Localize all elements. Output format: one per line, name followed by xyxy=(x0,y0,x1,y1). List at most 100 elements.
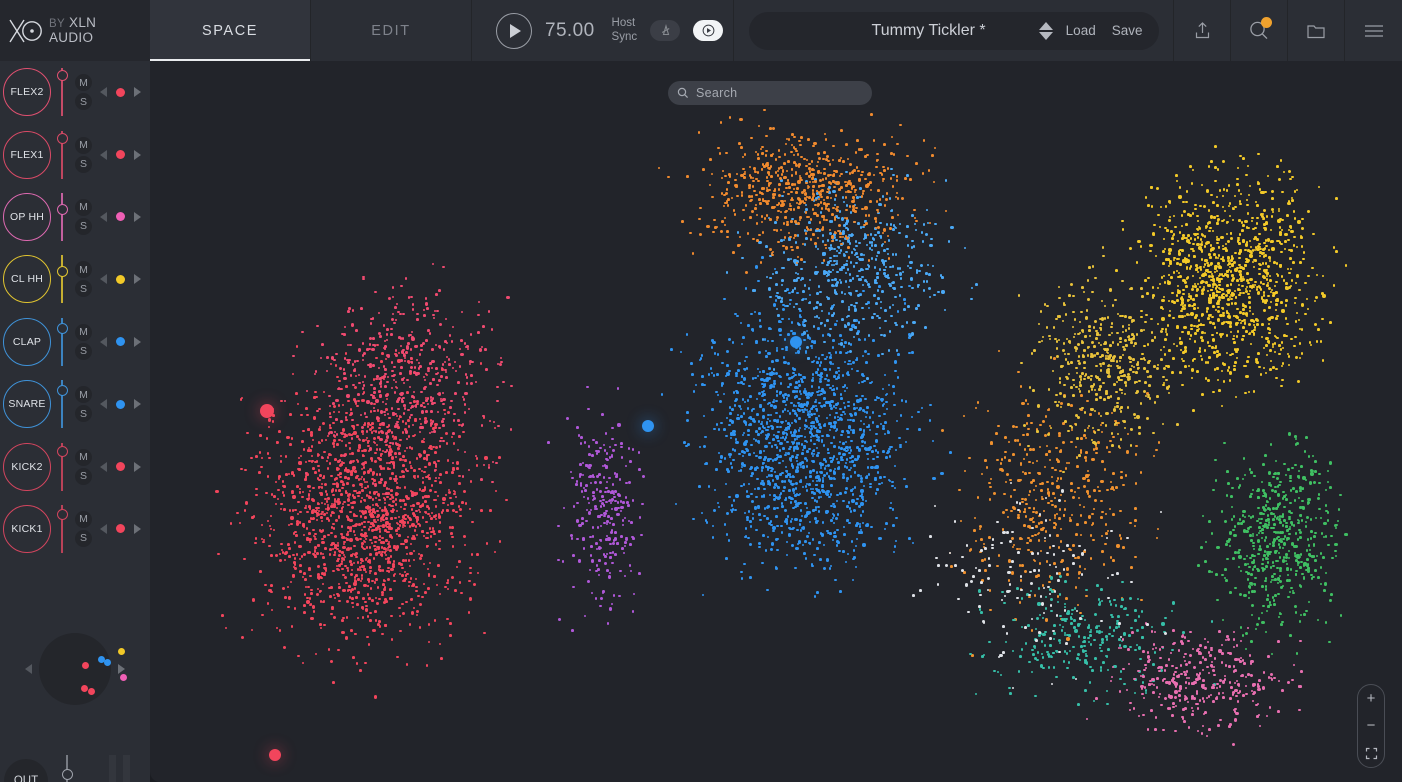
sample-dot[interactable] xyxy=(449,406,452,409)
sample-dot[interactable] xyxy=(466,382,469,385)
sample-dot[interactable] xyxy=(497,425,500,428)
track-fader-knob[interactable] xyxy=(57,323,68,334)
sample-dot[interactable] xyxy=(721,362,724,365)
sample-dot[interactable] xyxy=(431,512,434,515)
sample-dot[interactable] xyxy=(488,466,491,469)
sample-dot[interactable] xyxy=(766,276,769,279)
sample-dot[interactable] xyxy=(350,434,353,437)
sample-dot[interactable] xyxy=(803,376,806,379)
sample-dot[interactable] xyxy=(299,521,302,524)
sample-dot[interactable] xyxy=(309,449,312,452)
sample-dot[interactable] xyxy=(795,150,798,153)
sample-dot[interactable] xyxy=(563,507,566,510)
sample-dot[interactable] xyxy=(774,471,777,474)
sample-dot[interactable] xyxy=(438,427,441,430)
sample-dot[interactable] xyxy=(363,521,366,524)
sample-dot[interactable] xyxy=(323,624,326,627)
sample-dot[interactable] xyxy=(850,234,853,237)
sample-dot[interactable] xyxy=(363,548,366,551)
sample-dot[interactable] xyxy=(363,526,366,529)
sample-dot[interactable] xyxy=(378,620,381,623)
sample-dot[interactable] xyxy=(874,466,877,469)
sample-dot[interactable] xyxy=(604,562,607,565)
sample-dot[interactable] xyxy=(442,363,445,366)
sample-dot[interactable] xyxy=(437,460,440,463)
sample-dot[interactable] xyxy=(586,386,589,389)
sample-dot[interactable] xyxy=(342,503,345,506)
sample-dot[interactable] xyxy=(740,408,743,411)
sample-dot[interactable] xyxy=(798,429,801,432)
sample-dot[interactable] xyxy=(873,445,876,448)
sample-dot[interactable] xyxy=(345,352,348,355)
sample-dot[interactable] xyxy=(340,420,343,423)
sample-dot[interactable] xyxy=(618,494,621,497)
sample-dot[interactable] xyxy=(817,237,820,240)
sample-dot[interactable] xyxy=(1053,526,1056,529)
sample-dot[interactable] xyxy=(391,387,394,390)
sample-dot[interactable] xyxy=(591,592,594,595)
sample-dot[interactable] xyxy=(290,523,293,526)
sample-dot[interactable] xyxy=(439,593,442,596)
sample-dot[interactable] xyxy=(869,429,872,432)
sample-dot[interactable] xyxy=(350,629,353,632)
sample-dot[interactable] xyxy=(322,601,325,604)
sample-dot[interactable] xyxy=(751,195,754,198)
sample-dot[interactable] xyxy=(740,415,743,418)
sample-dot[interactable] xyxy=(329,412,332,415)
sample-dot[interactable] xyxy=(303,448,306,451)
sample-dot[interactable] xyxy=(826,493,829,496)
sample-dot[interactable] xyxy=(914,217,917,220)
sample-dot[interactable] xyxy=(776,507,779,510)
sample-dot[interactable] xyxy=(775,158,778,161)
sample-dot[interactable] xyxy=(866,453,869,456)
sample-dot[interactable] xyxy=(364,487,367,490)
sample-dot[interactable] xyxy=(892,253,895,256)
sample-dot[interactable] xyxy=(751,328,754,331)
sample-dot[interactable] xyxy=(273,495,276,498)
sample-dot[interactable] xyxy=(736,195,739,198)
sample-dot[interactable] xyxy=(743,377,746,380)
sample-dot[interactable] xyxy=(795,482,798,485)
sample-dot[interactable] xyxy=(763,384,766,387)
sample-dot[interactable] xyxy=(592,526,595,529)
sample-dot[interactable] xyxy=(870,113,873,116)
sample-dot[interactable] xyxy=(409,461,412,464)
mute-button[interactable]: M xyxy=(75,261,92,278)
sample-dot[interactable] xyxy=(860,502,863,505)
sample-dot[interactable] xyxy=(854,189,857,192)
sample-dot[interactable] xyxy=(829,532,832,535)
sample-dot[interactable] xyxy=(1020,385,1023,388)
sample-dot[interactable] xyxy=(913,245,916,248)
sample-dot[interactable] xyxy=(267,452,270,455)
sample-dot[interactable] xyxy=(709,158,712,161)
sample-dot[interactable] xyxy=(782,267,785,270)
sample-dot[interactable] xyxy=(844,390,847,393)
sample-dot[interactable] xyxy=(379,335,382,338)
sample-dot[interactable] xyxy=(268,426,271,429)
sample-dot[interactable] xyxy=(896,349,899,352)
sample-dot[interactable] xyxy=(310,617,313,620)
sample-dot[interactable] xyxy=(855,302,858,305)
sample-dot[interactable] xyxy=(415,586,418,589)
sample-dot[interactable] xyxy=(400,285,403,288)
sample-dot[interactable] xyxy=(837,402,840,405)
sample-dot[interactable] xyxy=(783,239,786,242)
sample-dot[interactable] xyxy=(800,480,803,483)
sample-dot[interactable] xyxy=(410,598,413,601)
sample-dot[interactable] xyxy=(411,331,414,334)
sample-dot[interactable] xyxy=(866,244,869,247)
sample-dot[interactable] xyxy=(803,324,806,327)
sample-dot[interactable] xyxy=(767,352,770,355)
sample-dot[interactable] xyxy=(846,387,849,390)
sample-dot[interactable] xyxy=(588,502,591,505)
sample-dot[interactable] xyxy=(419,431,422,434)
sample-dot[interactable] xyxy=(278,430,281,433)
sample-dot[interactable] xyxy=(792,289,795,292)
sample-dot[interactable] xyxy=(419,524,422,527)
sample-dot[interactable] xyxy=(610,517,613,520)
sample-dot[interactable] xyxy=(585,484,588,487)
sample-dot[interactable] xyxy=(379,438,382,441)
sample-dot[interactable] xyxy=(484,348,487,351)
sample-dot[interactable] xyxy=(787,426,790,429)
sample-dot[interactable] xyxy=(245,501,248,504)
